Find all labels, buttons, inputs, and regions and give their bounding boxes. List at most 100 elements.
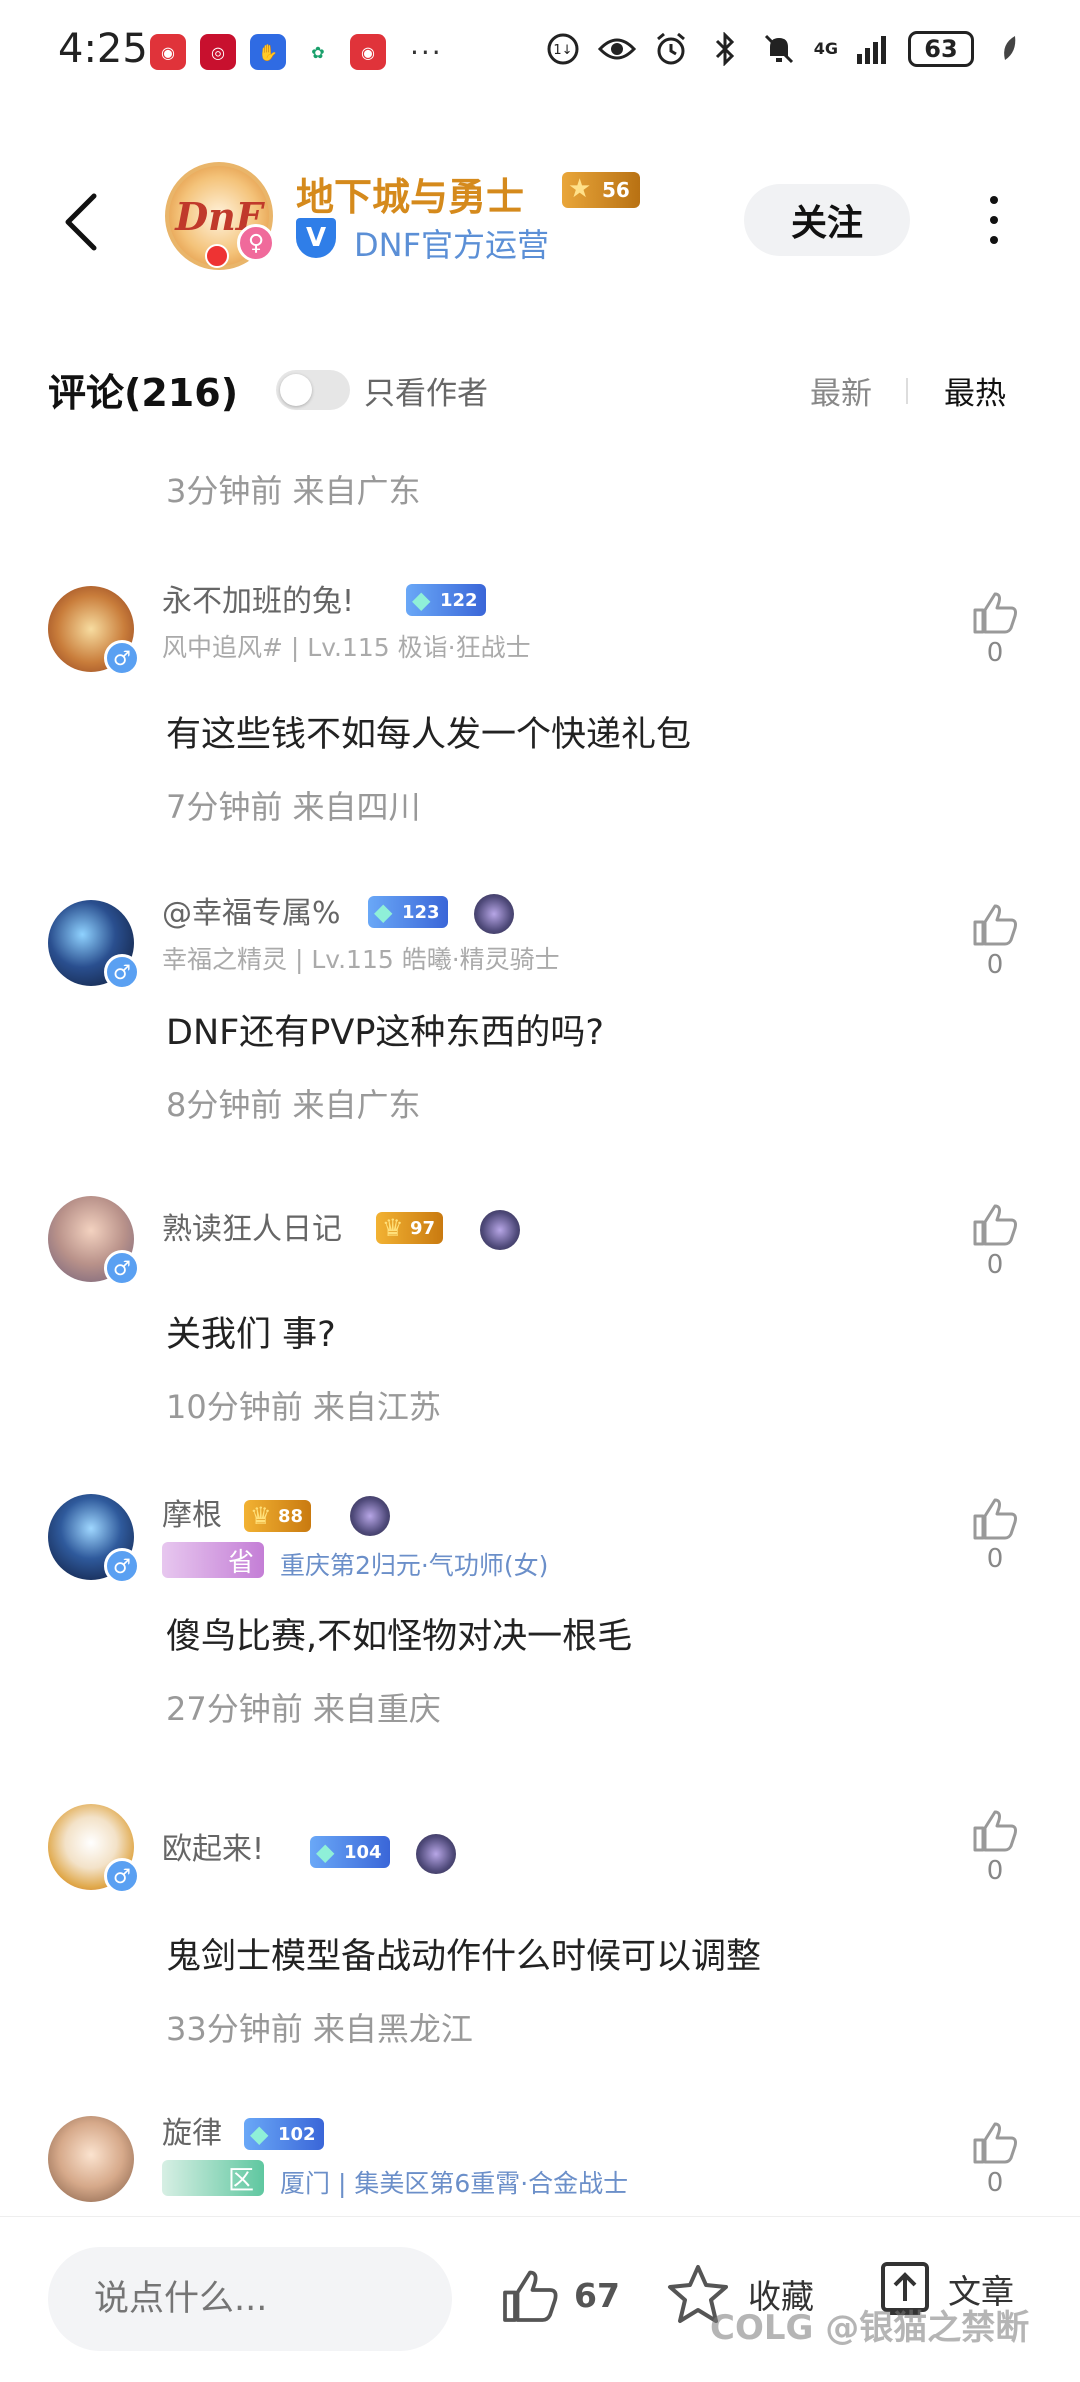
rank-emblem-icon: [474, 894, 514, 934]
comments-title: 评论(216): [48, 371, 239, 415]
blue-app-icon: ✋: [250, 34, 286, 70]
status-bar: 4:25 ◉ ◎ ✋ ✿ ◉ ··· 1↓ 4G 63: [0, 0, 1080, 100]
bottom-bar: 67 收藏 文章: [0, 2216, 1080, 2382]
level-badge: 122: [406, 584, 486, 616]
username[interactable]: 欧起来!: [162, 1824, 264, 1868]
watermark: COLG @银猫之禁断: [710, 2308, 1030, 2348]
verified-dot-icon: [205, 244, 229, 268]
avatar[interactable]: ♂: [48, 1804, 140, 1894]
rank-emblem-icon: [350, 1496, 390, 1536]
sort-newest-tab[interactable]: 最新: [810, 368, 872, 413]
verified-v-icon: V: [296, 218, 336, 258]
avatar[interactable]: ♂: [48, 586, 140, 676]
username[interactable]: 熟读狂人日记: [162, 1204, 342, 1248]
username[interactable]: 永不加班的兔!: [162, 576, 354, 620]
level-badge: 123: [368, 896, 448, 928]
comment-meta: 33分钟前 来自黑龙江: [166, 2010, 473, 2048]
author-only-toggle[interactable]: [276, 370, 350, 410]
leaf-icon: [990, 30, 1028, 68]
like-button[interactable]: 0: [966, 1808, 1024, 1888]
like-button[interactable]: 0: [966, 590, 1024, 670]
username[interactable]: 旋律: [162, 2108, 222, 2152]
comment-meta: 27分钟前 来自重庆: [166, 1690, 441, 1728]
alarm-icon: [652, 30, 690, 68]
rank-emblem-icon: [416, 1834, 456, 1874]
comment-text: 有这些钱不如每人发一个快递礼包: [166, 715, 692, 755]
post-like-button[interactable]: 67: [500, 2267, 620, 2323]
comment-text: 傻鸟比赛,不如怪物对决一根毛: [166, 1617, 633, 1657]
level-badge: 97: [376, 1212, 444, 1244]
like-button[interactable]: 0: [966, 1202, 1024, 1282]
male-icon: ♂: [104, 1250, 140, 1286]
back-button[interactable]: [58, 190, 108, 254]
level-badge: 56: [562, 172, 640, 208]
more-notifications-icon: ···: [410, 35, 443, 69]
network-type: 4G: [813, 39, 838, 58]
like-count: 0: [986, 950, 1004, 980]
more-options-icon[interactable]: [974, 190, 1014, 250]
username[interactable]: @幸福专属%: [162, 888, 341, 932]
signal-icon: [854, 30, 892, 68]
level-badge: 102: [244, 2118, 324, 2150]
sort-divider: [906, 378, 908, 404]
avatar[interactable]: [48, 2116, 134, 2202]
app-notification-icon: ◉: [150, 34, 186, 70]
notification-icons: ◉ ◎ ✋ ✿ ◉ ···: [150, 34, 443, 70]
bank-app-icon: ◎: [200, 34, 236, 70]
author-only-label[interactable]: 只看作者: [364, 368, 488, 413]
like-count: 0: [986, 1856, 1004, 1886]
male-icon: ♂: [104, 640, 140, 676]
thumbs-up-icon: [973, 1204, 1017, 1246]
comment-meta: 3分钟前 来自广东: [166, 472, 421, 510]
like-button[interactable]: 0: [966, 2120, 1024, 2200]
thumbs-up-icon: [973, 1810, 1017, 1852]
app-notification-icon-2: ◉: [350, 34, 386, 70]
thumbs-up-icon: [973, 2122, 1017, 2164]
user-subtitle: 风中追风# | Lv.115 极诣·狂战士: [162, 633, 531, 662]
thumbs-up-icon: [973, 904, 1017, 946]
thumbs-up-icon: [503, 2270, 558, 2322]
comment-text: 关我们 事?: [166, 1315, 336, 1355]
avatar[interactable]: ♂: [48, 900, 140, 990]
battery-icon: 63: [908, 31, 974, 67]
like-count: 0: [986, 2168, 1004, 2198]
data-saver-icon: 1↓: [544, 30, 582, 68]
mute-bell-icon: [760, 30, 798, 68]
user-subtitle: 厦门 | 集美区第6重霄·合金战士: [280, 2169, 629, 2198]
female-icon: ♀: [237, 224, 275, 262]
like-button[interactable]: 0: [966, 1496, 1024, 1576]
channel-avatar[interactable]: DnF ♀: [165, 162, 275, 270]
mobile-app-icon: ✿: [300, 34, 336, 70]
follow-button[interactable]: 关注: [744, 184, 910, 256]
eye-icon: [597, 30, 636, 68]
avatar[interactable]: ♂: [48, 1494, 140, 1584]
male-icon: ♂: [104, 1858, 140, 1894]
user-subtitle: 重庆第2归元·气功师(女): [280, 1551, 549, 1580]
like-button[interactable]: 0: [966, 902, 1024, 982]
comment-meta: 7分钟前 来自四川: [166, 788, 421, 826]
bluetooth-icon: [706, 30, 744, 68]
level-badge: 104: [310, 1836, 390, 1868]
level-badge: 88: [244, 1500, 312, 1532]
comment-text: DNF还有PVP这种东西的吗?: [166, 1013, 604, 1053]
like-count: 0: [986, 638, 1004, 668]
province-badge: 省: [162, 1542, 264, 1578]
thumbs-up-icon: [973, 1498, 1017, 1540]
system-icons: 1↓ 4G 63: [544, 30, 1028, 68]
male-icon: ♂: [104, 1548, 140, 1584]
svg-text:1↓: 1↓: [553, 43, 572, 58]
like-count: 0: [986, 1544, 1004, 1574]
channel-subtitle: DNF官方运营: [354, 226, 549, 264]
district-badge: 区: [162, 2160, 264, 2196]
thumbs-up-icon: [973, 592, 1017, 634]
status-time: 4:25: [58, 26, 148, 72]
male-icon: ♂: [104, 954, 140, 990]
comment-input[interactable]: [48, 2247, 452, 2351]
avatar[interactable]: ♂: [48, 1196, 140, 1286]
username[interactable]: 摩根: [162, 1490, 222, 1534]
rank-emblem-icon: [480, 1210, 520, 1250]
channel-name[interactable]: 地下城与勇士: [296, 166, 524, 221]
sort-hottest-tab[interactable]: 最热: [944, 368, 1006, 413]
like-count: 0: [986, 1250, 1004, 1280]
comments-header: 评论(216) 只看作者 最新 最热: [0, 356, 1080, 422]
